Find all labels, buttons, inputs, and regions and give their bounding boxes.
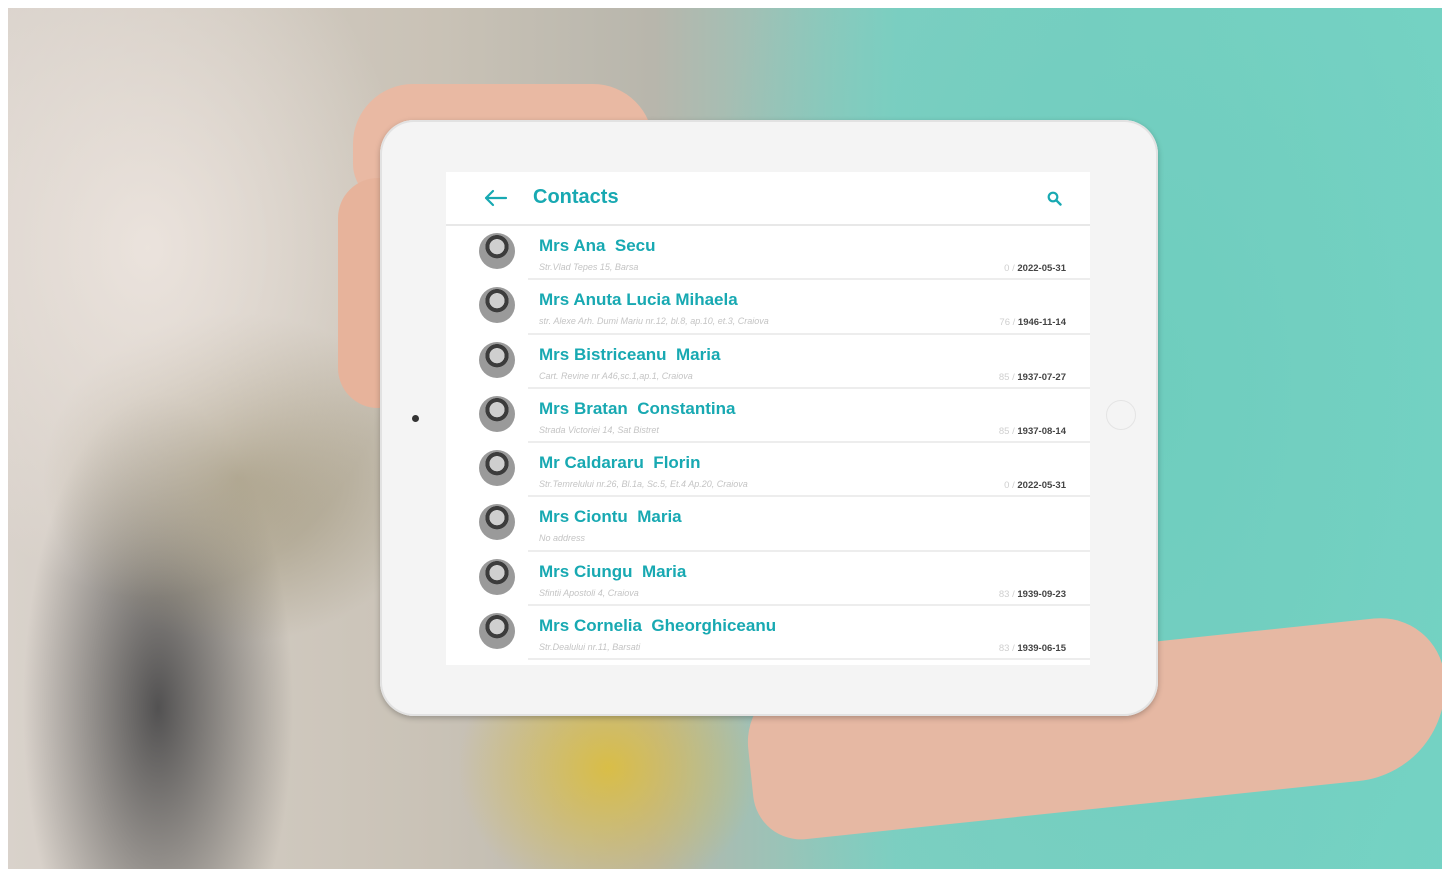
- divider: [528, 495, 1090, 498]
- contact-date: 1946-11-14: [1017, 317, 1066, 329]
- contact-name: Mrs Ciungu Maria: [539, 561, 687, 581]
- avatar: [479, 233, 515, 269]
- contact-address: Cart. Revine nr A46,sc.1,ap.1, Craiova: [539, 370, 693, 381]
- list-item[interactable]: Mrs Anuta Lucia Mihaela str. Alexe Arh. …: [446, 282, 1090, 336]
- contact-meta: 0 / 2022-05-31: [1004, 480, 1066, 492]
- contact-age: 83: [998, 643, 1010, 655]
- contact-address: Strada Victoriei 14, Sat Bistret: [539, 424, 659, 435]
- avatar: [479, 613, 515, 650]
- contact-name: Mrs Cornelia Gheorghiceanu: [539, 616, 777, 636]
- search-icon[interactable]: [1047, 191, 1062, 206]
- list-item[interactable]: Mr Caldararu Florin Str.Temrelului nr.26…: [446, 445, 1090, 499]
- divider: [528, 604, 1090, 607]
- contact-address: Sfintii Apostoli 4, Craiova: [539, 587, 639, 598]
- divider: [528, 441, 1090, 444]
- contact-name: Mrs Ana Secu: [539, 236, 656, 255]
- contact-age: 85: [998, 425, 1010, 437]
- avatar: [479, 287, 515, 324]
- contact-meta: 76 / 1946-11-14: [999, 317, 1066, 329]
- contact-meta: 0 / 2022-05-31: [1004, 263, 1066, 274]
- contact-meta: 83 / 1939-06-15: [998, 643, 1066, 655]
- divider: [528, 332, 1090, 335]
- contact-address: str. Alexe Arh. Dumi Mariu nr.12, bl.8, …: [539, 316, 769, 327]
- contact-meta: 83 / 1939-09-23: [998, 588, 1066, 600]
- contact-name: Mrs Ciontu Maria: [539, 507, 682, 527]
- list-item[interactable]: Mrs Ciungu Maria Sfintii Apostoli 4, Cra…: [446, 554, 1090, 608]
- contact-name: Mrs Anuta Lucia Mihaela: [539, 290, 738, 310]
- contact-name: Mrs Bratan Constantina: [539, 398, 736, 418]
- contact-age: 76: [999, 317, 1010, 329]
- contact-date: 2022-05-31: [1017, 263, 1066, 274]
- app-bar: Contacts: [446, 172, 1090, 226]
- contact-address: Str.Temrelului nr.26, Bl.1a, Sc.5, Et.4 …: [539, 479, 748, 490]
- contact-name: Mrs Bistriceanu Maria: [539, 344, 721, 364]
- contact-date: 1937-08-14: [1017, 425, 1066, 437]
- contact-date: 1939-06-15: [1017, 643, 1066, 655]
- arrow-left-icon[interactable]: [482, 184, 510, 212]
- contact-meta: 85 / 1937-08-14: [998, 425, 1066, 437]
- list-item[interactable]: Mrs Bistriceanu Maria Cart. Revine nr A4…: [446, 337, 1090, 391]
- contact-meta: 85 / 1937-07-27: [998, 371, 1066, 383]
- contact-address: Str.Dealului nr.11, Barsati: [539, 642, 641, 653]
- contact-name: Mr Caldararu Florin: [539, 453, 701, 473]
- tablet-device: Contacts Mrs Ana Secu Str.Vlad Tepes 15,…: [380, 120, 1158, 716]
- list-item[interactable]: Mrs Cornelia Gheorghiceanu Str.Dealului …: [446, 608, 1090, 662]
- avatar: [479, 395, 515, 432]
- avatar: [479, 450, 515, 487]
- list-item[interactable]: Mrs Ana Secu Str.Vlad Tepes 15, Barsa 0 …: [446, 228, 1090, 282]
- app-screen: Contacts Mrs Ana Secu Str.Vlad Tepes 15,…: [446, 172, 1090, 665]
- divider: [528, 549, 1090, 552]
- divider: [528, 278, 1090, 281]
- page-title: Contacts: [533, 186, 619, 208]
- avatar: [479, 558, 515, 595]
- list-item[interactable]: Mrs Bratan Constantina Strada Victoriei …: [446, 391, 1090, 445]
- contact-date: 2022-05-31: [1017, 480, 1066, 492]
- avatar: [479, 504, 515, 541]
- list-item[interactable]: Mrs Ciontu Maria No address: [446, 499, 1090, 553]
- contact-age: 85: [998, 371, 1010, 383]
- contact-list: Mrs Ana Secu Str.Vlad Tepes 15, Barsa 0 …: [446, 228, 1090, 662]
- home-button[interactable]: [1106, 400, 1136, 430]
- contact-date: 1937-07-27: [1017, 371, 1066, 383]
- divider: [528, 658, 1090, 661]
- contact-address: No address: [539, 533, 586, 544]
- contact-address: Str.Vlad Tepes 15, Barsa: [539, 262, 639, 272]
- avatar: [479, 341, 515, 378]
- contact-date: 1939-09-23: [1017, 588, 1066, 600]
- divider: [528, 386, 1090, 389]
- camera-dot: [412, 415, 419, 422]
- contact-age: 83: [998, 588, 1010, 600]
